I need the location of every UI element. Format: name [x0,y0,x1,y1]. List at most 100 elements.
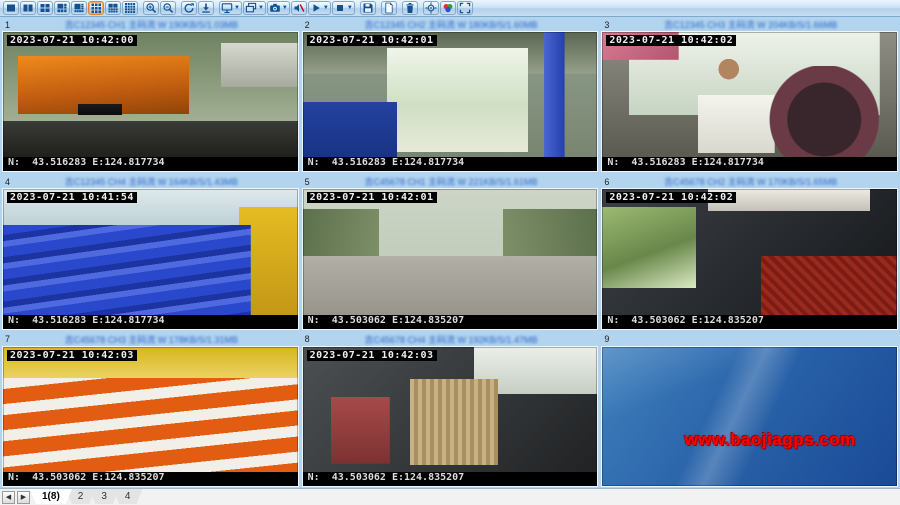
crosshair-icon [425,2,437,14]
stop-button[interactable]: ▼ [332,1,355,15]
color-icon [442,2,454,14]
delete-button[interactable] [402,1,418,15]
video-cell-4[interactable]: 4吉C12345 CH4 主码流 W 164KB/S/1.43MB2023-07… [2,175,299,329]
timestamp-overlay: 2023-07-21 10:42:00 [7,35,137,46]
download-button[interactable] [198,1,214,15]
file-icon [383,2,395,14]
cell-header: 7吉C45678 CH3 主码流 W 178KB/S/1.31MB [2,333,299,346]
page-tabs: 1(8)234 [36,489,142,505]
video-feed[interactable]: 2023-07-21 10:42:01 N: 43.516283 E:124.81… [302,31,599,172]
view-1-icon [5,2,17,14]
timestamp-overlay: 2023-07-21 10:42:01 [307,35,437,46]
chevron-down-icon[interactable]: ▼ [323,5,329,11]
mute-icon [293,2,305,14]
view-10-icon [107,2,119,14]
video-cell-6[interactable]: 6吉C45678 CH2 主码流 W 170KB/S/1.65MB2023-07… [601,175,898,329]
record-file-button[interactable] [381,1,397,15]
video-feed[interactable]: 2023-07-21 10:42:01 N: 43.503062 E:124.83… [302,188,599,329]
timestamp-overlay: 2023-07-21 10:42:02 [606,35,736,46]
view-10-button[interactable] [105,1,121,15]
video-feed[interactable]: 2023-07-21 10:42:03 N: 43.503062 E:124.83… [2,346,299,487]
video-feed[interactable]: www.baojiagps.com [601,346,898,487]
gps-coords-bar: N: 43.503062 E:124.835207 [3,472,298,486]
tabs-prev-button[interactable]: ◀ [2,491,15,504]
video-cell-1[interactable]: 1吉C12345 CH1 主码流 W 190KB/S/1.03MB2023-07… [2,18,299,172]
trash-icon [404,2,416,14]
view-6-icon [56,2,68,14]
tab-page-1[interactable]: 1(8) [30,489,72,504]
save-icon [362,2,374,14]
snapshot-button[interactable]: ▼ [267,1,290,15]
gps-coords-bar: N: 43.503062 E:124.835207 [303,315,598,329]
video-feed[interactable]: 2023-07-21 10:41:54N: 43.516283 E:124.81… [2,188,299,329]
video-cell-5[interactable]: 5吉C45678 CH1 主码流 W 221KB/S/1.61MB2023-07… [302,175,599,329]
timestamp-overlay: 2023-07-21 10:42:02 [606,192,736,203]
chevron-down-icon[interactable]: ▼ [234,5,240,11]
video-cell-9[interactable]: 9 www.baojiagps.com [601,333,898,487]
view-4-icon [39,2,51,14]
view-1-button[interactable] [3,1,19,15]
view-9-icon [90,2,102,14]
audio-mute-button[interactable] [291,1,307,15]
tab-page-4[interactable]: 4 [113,489,143,504]
cell-header: 8吉C45678 CH4 主码流 W 192KB/S/1.47MB [302,333,599,346]
play-icon [310,2,322,14]
gps-locate-button[interactable] [423,1,439,15]
download-icon [200,2,212,14]
timestamp-overlay: 2023-07-21 10:42:03 [7,350,137,361]
tabs-next-button[interactable]: ▶ [17,491,30,504]
video-feed[interactable]: 2023-07-21 10:42:02 N: 43.516283 E:124.81… [601,31,898,172]
gps-coords-bar: N: 43.516283 E:124.817734 [3,315,298,329]
channel-info-text: 吉C45678 CH4 主码流 W 192KB/S/1.47MB [310,333,593,346]
video-grid: 1吉C12345 CH1 主码流 W 190KB/S/1.03MB2023-07… [0,17,900,488]
cell-header: 6吉C45678 CH2 主码流 W 170KB/S/1.65MB [601,175,898,188]
chevron-down-icon[interactable]: ▼ [347,5,353,11]
cell-header: 9 [601,333,898,346]
view-8-button[interactable] [71,1,87,15]
video-cell-3[interactable]: 3吉C12345 CH3 主码流 W 204KB/S/1.66MB2023-07… [601,18,898,172]
save-button[interactable] [360,1,376,15]
cell-header: 5吉C45678 CH1 主码流 W 221KB/S/1.61MB [302,175,599,188]
channel-info-text: 吉C12345 CH3 主码流 W 204KB/S/1.66MB [609,18,892,31]
cell-header: 2吉C12345 CH2 主码流 W 180KB/S/1.60MB [302,18,599,31]
channel-info-text: 吉C12345 CH1 主码流 W 190KB/S/1.03MB [10,18,293,31]
refresh-button[interactable] [181,1,197,15]
timestamp-overlay: 2023-07-21 10:42:03 [307,350,437,361]
play-button[interactable]: ▼ [308,1,331,15]
monitor-mode-button[interactable]: ▼ [219,1,242,15]
gps-coords-bar: N: 43.516283 E:124.817734 [3,157,298,171]
color-settings-button[interactable] [440,1,456,15]
gps-coords-bar: N: 43.516283 E:124.817734 [602,157,897,171]
channel-info-text: 吉C12345 CH4 主码流 W 164KB/S/1.43MB [10,175,293,188]
timestamp-overlay: 2023-07-21 10:42:01 [307,192,437,203]
refresh-icon [183,2,195,14]
video-feed[interactable]: 2023-07-21 10:42:00 N: 43.516283 E:124.81… [2,31,299,172]
view-16-icon [124,2,136,14]
fullscreen-icon [459,2,471,14]
channel-info-text: 吉C45678 CH2 主码流 W 170KB/S/1.65MB [609,175,892,188]
view-16-button[interactable] [122,1,138,15]
cell-header: 3吉C12345 CH3 主码流 W 204KB/S/1.66MB [601,18,898,31]
view-6-button[interactable] [54,1,70,15]
video-cell-7[interactable]: 7吉C45678 CH3 主码流 W 178KB/S/1.31MB2023-07… [2,333,299,487]
chevron-down-icon[interactable]: ▼ [282,5,288,11]
zoom-out-button[interactable] [160,1,176,15]
zoom-out-icon [162,2,174,14]
view-2-button[interactable] [20,1,36,15]
view-4-button[interactable] [37,1,53,15]
video-feed[interactable]: 2023-07-21 10:42:02N: 43.503062 E:124.83… [601,188,898,329]
stop-icon [334,2,346,14]
video-feed[interactable]: 2023-07-21 10:42:03N: 43.503062 E:124.83… [302,346,599,487]
view-9-button[interactable] [88,1,104,15]
chevron-down-icon[interactable]: ▼ [258,5,264,11]
fullscreen-button[interactable] [457,1,473,15]
cell-number: 9 [601,334,615,344]
zoom-in-button[interactable] [143,1,159,15]
video-cell-2[interactable]: 2吉C12345 CH2 主码流 W 180KB/S/1.60MB2023-07… [302,18,599,172]
view-8-icon [73,2,85,14]
view-2-icon [22,2,34,14]
window-cascade-button[interactable]: ▼ [243,1,266,15]
gps-coords-bar: N: 43.516283 E:124.817734 [303,157,598,171]
video-cell-8[interactable]: 8吉C45678 CH4 主码流 W 192KB/S/1.47MB2023-07… [302,333,599,487]
monitor-icon [221,2,233,14]
